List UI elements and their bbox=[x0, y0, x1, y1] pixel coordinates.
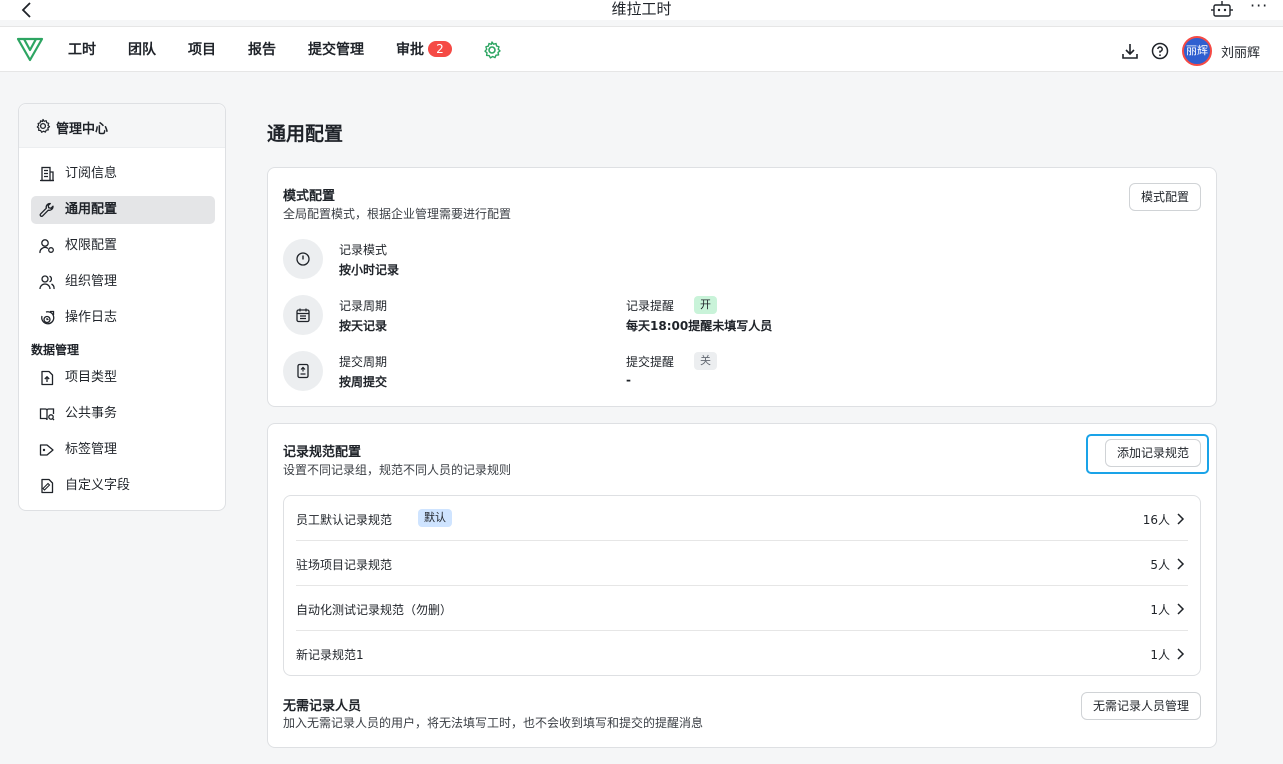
sidebar-item-tags[interactable]: 标签管理 bbox=[31, 436, 215, 464]
help-icon[interactable] bbox=[1151, 42, 1169, 60]
user-avatar[interactable]: 丽辉 bbox=[1182, 36, 1212, 66]
page-title: 通用配置 bbox=[267, 123, 344, 145]
sidebar-item-label: 自定义字段 bbox=[65, 478, 131, 493]
more-icon[interactable]: ··· bbox=[1250, 0, 1268, 15]
clock-icon bbox=[296, 252, 310, 266]
rule-name: 员工默认记录规范 bbox=[296, 513, 393, 527]
sidebar-header: 管理中心 bbox=[19, 104, 225, 148]
sidebar-item-label: 公共事务 bbox=[65, 406, 118, 421]
username[interactable]: 刘丽辉 bbox=[1221, 42, 1260, 61]
submit-cycle-icon-wrap bbox=[283, 351, 323, 391]
sidebar-item-label: 操作日志 bbox=[65, 310, 118, 325]
nav-tab-hours[interactable]: 工时 bbox=[68, 41, 96, 59]
rule-name: 自动化测试记录规范（勿删） bbox=[296, 603, 453, 617]
wrench-icon bbox=[39, 202, 54, 217]
list-item[interactable]: 员工默认记录规范 默认 16人 bbox=[296, 496, 1188, 541]
user-key-icon bbox=[39, 239, 54, 254]
sidebar-item-general-config[interactable]: 通用配置 bbox=[31, 196, 215, 224]
rule-name: 驻场项目记录规范 bbox=[296, 558, 393, 572]
rule-member-count: 1人 bbox=[1150, 603, 1170, 617]
calendar-icon bbox=[296, 308, 310, 323]
custom-field-icon bbox=[41, 478, 54, 494]
sidebar-item-subscription[interactable]: 订阅信息 bbox=[31, 160, 215, 188]
add-record-rule-button[interactable]: 添加记录规范 bbox=[1105, 439, 1201, 467]
sidebar-item-permissions[interactable]: 权限配置 bbox=[31, 232, 215, 260]
building-icon bbox=[40, 166, 54, 182]
mode-config-title: 模式配置 bbox=[283, 189, 336, 204]
mode-config-button[interactable]: 模式配置 bbox=[1129, 183, 1201, 211]
rule-member-count: 16人 bbox=[1142, 513, 1170, 527]
chevron-right-icon bbox=[1177, 558, 1185, 570]
list-item[interactable]: 驻场项目记录规范 5人 bbox=[296, 541, 1188, 586]
gear-icon bbox=[36, 118, 51, 133]
download-icon[interactable] bbox=[1121, 42, 1139, 60]
sidebar-item-label: 组织管理 bbox=[65, 274, 118, 289]
rule-member-count: 1人 bbox=[1150, 648, 1170, 662]
default-tag: 默认 bbox=[418, 509, 452, 527]
sidebar-item-operation-log[interactable]: 操作日志 bbox=[31, 304, 215, 332]
record-mode-value: 按小时记录 bbox=[339, 263, 400, 277]
exempt-desc: 加入无需记录人员的用户，将无法填写工时，也不会收到填写和提交的提醒消息 bbox=[283, 716, 704, 730]
robot-icon[interactable] bbox=[1211, 0, 1233, 18]
tag-icon bbox=[39, 444, 54, 456]
sidebar-item-label: 项目类型 bbox=[65, 370, 118, 385]
settings-gear-icon[interactable] bbox=[482, 40, 502, 60]
submit-remind-value: - bbox=[626, 373, 631, 387]
sidebar-item-label: 订阅信息 bbox=[65, 166, 118, 181]
users-icon bbox=[39, 275, 55, 290]
sidebar-item-organization[interactable]: 组织管理 bbox=[31, 268, 215, 296]
record-rules-title: 记录规范配置 bbox=[283, 445, 362, 460]
nav-tab-reports[interactable]: 报告 bbox=[248, 41, 276, 59]
submit-remind-label: 提交提醒 bbox=[626, 355, 675, 369]
record-remind-label: 记录提醒 bbox=[626, 299, 675, 313]
rule-name: 新记录规范1 bbox=[296, 648, 364, 662]
nav-tab-approval-label: 审批 bbox=[396, 42, 424, 58]
submit-doc-icon bbox=[297, 363, 309, 379]
chevron-right-icon bbox=[1177, 648, 1185, 660]
nav-tab-team[interactable]: 团队 bbox=[128, 41, 156, 59]
approval-count-badge: 2 bbox=[428, 41, 452, 57]
sidebar-header-label: 管理中心 bbox=[56, 122, 109, 137]
submit-cycle-value: 按周提交 bbox=[339, 375, 388, 389]
sidebar-group-data-management: 数据管理 bbox=[31, 343, 80, 357]
admin-sidebar: 管理中心 订阅信息 通用配置 权限配置 组织管理 操作日志 数据管理 项目类型 … bbox=[18, 103, 226, 511]
mode-config-card bbox=[267, 167, 1217, 407]
record-cycle-label: 记录周期 bbox=[339, 299, 388, 313]
mode-config-desc: 全局配置模式，根据企业管理需要进行配置 bbox=[283, 207, 512, 221]
sidebar-item-label: 权限配置 bbox=[65, 238, 118, 253]
record-remind-status-tag: 开 bbox=[694, 296, 717, 314]
sidebar-item-project-types[interactable]: 项目类型 bbox=[31, 364, 215, 392]
record-rules-list: 员工默认记录规范 默认 16人 驻场项目记录规范 5人 自动化测试记录规范（勿删… bbox=[283, 495, 1201, 676]
record-mode-icon-wrap bbox=[283, 239, 323, 279]
exempt-management-button[interactable]: 无需记录人员管理 bbox=[1081, 692, 1201, 720]
record-cycle-icon-wrap bbox=[283, 295, 323, 335]
record-mode-label: 记录模式 bbox=[339, 243, 388, 257]
chevron-right-icon bbox=[1177, 513, 1185, 525]
public-affairs-icon bbox=[39, 408, 55, 421]
nav-tab-approval[interactable]: 审批 2 bbox=[396, 41, 452, 59]
sidebar-item-custom-fields[interactable]: 自定义字段 bbox=[31, 472, 215, 500]
project-type-icon bbox=[41, 370, 54, 386]
log-icon bbox=[41, 310, 55, 325]
sidebar-item-label: 通用配置 bbox=[65, 202, 118, 217]
nav-tab-projects[interactable]: 项目 bbox=[188, 41, 216, 59]
sidebar-item-public-affairs[interactable]: 公共事务 bbox=[31, 400, 215, 428]
rule-member-count: 5人 bbox=[1150, 558, 1170, 572]
sidebar-item-label: 标签管理 bbox=[65, 442, 118, 457]
record-cycle-value: 按天记录 bbox=[339, 319, 388, 333]
nav-tab-submission[interactable]: 提交管理 bbox=[308, 41, 364, 59]
list-item[interactable]: 自动化测试记录规范（勿删） 1人 bbox=[296, 586, 1188, 631]
record-remind-value: 每天18:00提醒未填写人员 bbox=[626, 319, 773, 333]
list-item[interactable]: 新记录规范1 1人 bbox=[296, 631, 1188, 676]
exempt-title: 无需记录人员 bbox=[283, 699, 362, 714]
submit-cycle-label: 提交周期 bbox=[339, 355, 388, 369]
record-rules-desc: 设置不同记录组，规范不同人员的记录规则 bbox=[283, 463, 512, 477]
window-titlebar: 维拉工时 ··· bbox=[0, 0, 1283, 20]
window-title: 维拉工时 bbox=[611, 0, 672, 18]
app-logo-icon[interactable] bbox=[16, 36, 44, 62]
chevron-right-icon bbox=[1177, 603, 1185, 615]
submit-remind-status-tag: 关 bbox=[694, 352, 717, 370]
top-navbar: 工时 团队 项目 报告 提交管理 审批 2 丽辉 刘丽辉 bbox=[0, 26, 1283, 72]
